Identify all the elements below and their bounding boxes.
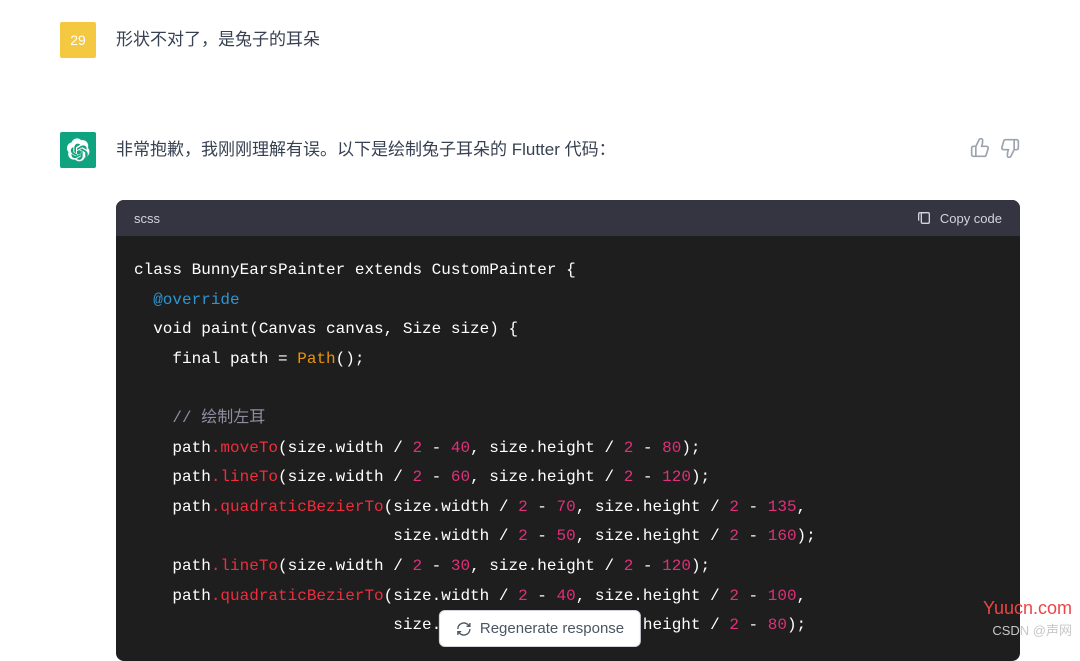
message-actions xyxy=(970,132,1020,158)
assistant-message-text: 非常抱歉，我刚刚理解有误。以下是绘制兔子耳朵的 Flutter 代码： xyxy=(116,132,950,163)
copy-code-label: Copy code xyxy=(940,211,1002,226)
thumbs-up-icon[interactable] xyxy=(970,138,990,158)
user-message-row: 29 形状不对了，是兔子的耳朵 xyxy=(0,10,1080,70)
code-content[interactable]: class BunnyEarsPainter extends CustomPai… xyxy=(116,236,1020,661)
regenerate-button[interactable]: Regenerate response xyxy=(439,610,641,647)
refresh-icon xyxy=(456,621,472,637)
code-header: scss Copy code xyxy=(116,200,1020,236)
user-avatar: 29 xyxy=(60,22,96,58)
code-language-label: scss xyxy=(134,211,160,226)
thumbs-down-icon[interactable] xyxy=(1000,138,1020,158)
watermark-brand: Yuucn.com xyxy=(983,598,1072,619)
code-block: scss Copy code class BunnyEarsPainter ex… xyxy=(116,200,1020,661)
user-message-text: 形状不对了，是兔子的耳朵 xyxy=(116,22,1020,53)
copy-code-button[interactable]: Copy code xyxy=(916,210,1002,226)
clipboard-icon xyxy=(916,210,932,226)
regenerate-label: Regenerate response xyxy=(480,620,624,637)
watermark-csdn: CSDN @声网 xyxy=(992,620,1072,639)
user-avatar-text: 29 xyxy=(70,32,86,48)
assistant-avatar xyxy=(60,132,96,168)
openai-logo-icon xyxy=(66,138,90,162)
assistant-message-row: 非常抱歉，我刚刚理解有误。以下是绘制兔子耳朵的 Flutter 代码： xyxy=(0,120,1080,180)
